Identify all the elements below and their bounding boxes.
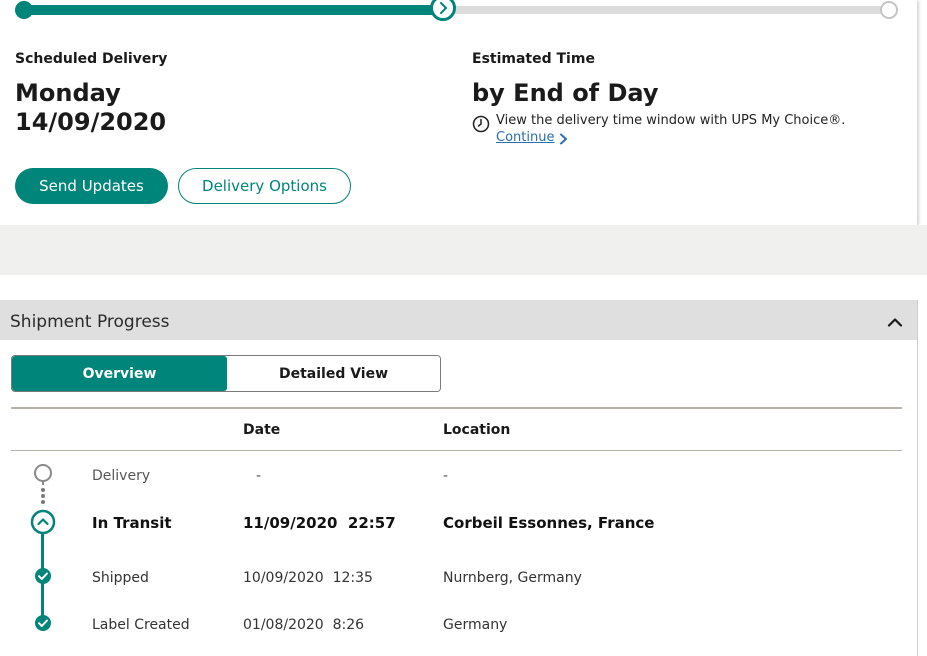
tab-overview[interactable]: Overview — [12, 356, 227, 391]
view-toggle: Overview Detailed View — [11, 355, 441, 392]
row-status: In Transit — [92, 514, 172, 532]
progress-fill — [20, 5, 444, 15]
row-status: Shipped — [92, 570, 149, 586]
scheduled-delivery-label: Scheduled Delivery — [15, 51, 168, 67]
row-status: Label Created — [92, 617, 190, 633]
send-updates-button[interactable]: Send Updates — [15, 168, 168, 204]
row-location: Nurnberg, Germany — [443, 570, 582, 586]
progress-end-dot — [880, 1, 898, 19]
row-date: - — [256, 468, 262, 484]
row-date: 11/09/2020 22:57 — [243, 514, 396, 532]
section-title: Shipment Progress — [10, 312, 170, 332]
row-date: 10/09/2020 12:35 — [243, 570, 373, 586]
progress-start-dot — [15, 1, 33, 19]
row-location: - — [443, 468, 449, 484]
progress-current-marker — [430, 0, 456, 21]
scheduled-date: 14/09/2020 — [15, 108, 167, 136]
chevron-up-circle-icon — [30, 509, 56, 535]
timeline-dot — [41, 500, 45, 504]
row-location: Germany — [443, 617, 508, 633]
column-header-date: Date — [243, 422, 281, 438]
shipment-progress-header[interactable]: Shipment Progress — [0, 300, 917, 340]
table-header-rule — [11, 450, 902, 451]
chevron-up-icon[interactable] — [886, 316, 904, 328]
table-top-rule — [11, 407, 902, 409]
check-circle-icon — [35, 568, 51, 584]
row-location: Corbeil Essonnes, France — [443, 514, 655, 532]
continue-link[interactable]: Continue — [496, 130, 554, 145]
timeline-dot — [41, 488, 45, 492]
chevron-right-icon — [440, 2, 447, 14]
delivery-options-button[interactable]: Delivery Options — [178, 168, 351, 204]
scheduled-day: Monday — [15, 79, 121, 107]
check-circle-icon — [35, 615, 51, 631]
timeline-dot — [41, 494, 45, 498]
clock-icon — [472, 115, 490, 133]
column-header-location: Location — [443, 422, 511, 438]
tab-detailed-view[interactable]: Detailed View — [227, 356, 440, 391]
estimated-time-label: Estimated Time — [472, 51, 595, 67]
empty-circle-icon — [34, 464, 52, 485]
row-date: 01/08/2020 8:26 — [243, 617, 365, 633]
timeline-connector — [41, 534, 44, 570]
delivery-card: Scheduled Delivery Monday 14/09/2020 Est… — [0, 0, 917, 225]
estimated-time-value: by End of Day — [472, 79, 659, 107]
section-divider-band — [0, 225, 927, 275]
shipment-progress-panel: Shipment Progress Overview Detailed View… — [0, 300, 918, 656]
time-window-note: View the delivery time window with UPS M… — [496, 113, 846, 128]
chevron-right-icon[interactable] — [558, 133, 568, 145]
row-status: Delivery — [92, 468, 151, 484]
